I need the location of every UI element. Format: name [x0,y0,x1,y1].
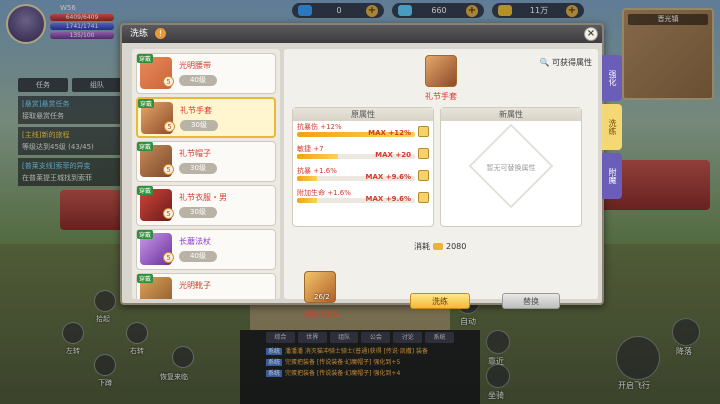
equipment-list[interactable]: 穿戴 5 光明腰带 40级 穿戴 5 礼节手套 30级 穿戴 5 礼节帽子 30… [132,49,280,299]
original-attributes-panel: 原属性 抗暴伤 +12% MAX +12% 敏捷 +7 MAX +20 抗暴 +… [292,107,434,227]
equipment-item[interactable]: 穿戴 5 长蘑法杖 40级 [136,229,276,270]
refine-button[interactable]: 洗练 [410,293,470,309]
new-attributes-panel: 新属性 暂无可替换属性 [440,107,582,227]
tier-badge: 5 [164,121,175,132]
lock-icon[interactable] [418,192,429,203]
dialog-header: 洗练 ! [122,25,602,43]
equipped-badge: 穿戴 [137,274,154,283]
item-name: 礼节帽子 [179,149,211,158]
cost-display: 消耗 2080 [414,242,467,251]
item-name: 礼节手套 [180,106,212,115]
equipment-item[interactable]: 穿戴 光明靴子 [136,273,276,299]
attribute-row: 抗暴伤 +12% MAX +12% [293,121,433,143]
stone-name: 橙色洗练石 [304,310,340,318]
item-name: 礼节衣服・男 [179,193,227,202]
replace-button[interactable]: 替换 [502,293,560,309]
item-name: 长蘑法杖 [179,237,211,246]
item-level: 30级 [179,163,217,174]
refine-main-panel: 🔍 可获得属性 礼节手套 原属性 抗暴伤 +12% MAX +12% 敏捷 +7… [284,49,598,318]
attribute-info-link[interactable]: 🔍 可获得属性 [539,57,592,68]
tier-badge: 5 [163,208,174,219]
vertical-tabs: 强化 洗练 附魔 [602,55,622,202]
panel-header: 新属性 [441,108,581,121]
attribute-row: 敏捷 +7 MAX +20 [293,143,433,165]
empty-state-text: 暂无可替换属性 [486,164,536,172]
equipped-badge: 穿戴 [137,186,154,195]
attribute-max: MAX +20 [375,151,411,159]
equipped-badge: 穿戴 [137,54,154,63]
item-level: 30级 [179,207,217,218]
tier-badge: 5 [163,164,174,175]
info-icon[interactable]: ! [154,28,166,39]
gold-icon [433,243,443,250]
item-level: 30级 [180,120,218,131]
attribute-row: 附加生命 +1.6% MAX +9.6% [293,187,433,209]
item-name: 光明靴子 [179,281,211,290]
equipment-item[interactable]: 穿戴 5 礼节手套 30级 [136,97,276,138]
tier-badge: 5 [163,76,174,87]
panel-header: 原属性 [293,108,433,121]
equipped-badge: 穿戴 [137,230,154,239]
refine-dialog: 洗练 ! × 强化 洗练 附魔 穿戴 5 光明腰带 40级 穿戴 5 礼节手套 … [120,23,622,318]
dialog-title: 洗练 [130,29,149,39]
equipment-item[interactable]: 穿戴 5 礼节衣服・男 30级 [136,185,276,226]
equipment-item[interactable]: 穿戴 5 光明腰带 40级 [136,53,276,94]
attribute-max: MAX +12% [368,129,411,137]
attribute-row: 抗暴 +1.6% MAX +9.6% [293,165,433,187]
lock-icon[interactable] [418,148,429,159]
selected-item-name: 礼节手套 [425,92,457,101]
tab-enchant[interactable]: 附魔 [602,153,622,199]
stone-count: 26/2 [314,293,330,301]
equipped-badge: 穿戴 [138,99,155,108]
item-level: 40级 [179,75,217,86]
tier-badge: 5 [163,252,174,263]
tab-enhance[interactable]: 强化 [602,55,622,101]
attribute-max: MAX +9.6% [365,173,412,181]
lock-icon[interactable] [418,170,429,181]
item-name: 光明腰带 [179,61,211,70]
tab-refine[interactable]: 洗练 [602,104,622,150]
close-button[interactable]: × [584,27,598,41]
item-level: 40级 [179,251,217,262]
equipment-item[interactable]: 穿戴 5 礼节帽子 30级 [136,141,276,182]
attribute-max: MAX +9.6% [365,195,412,203]
lock-icon[interactable] [418,126,429,137]
equipped-badge: 穿戴 [137,142,154,151]
gloves-icon [425,55,457,87]
